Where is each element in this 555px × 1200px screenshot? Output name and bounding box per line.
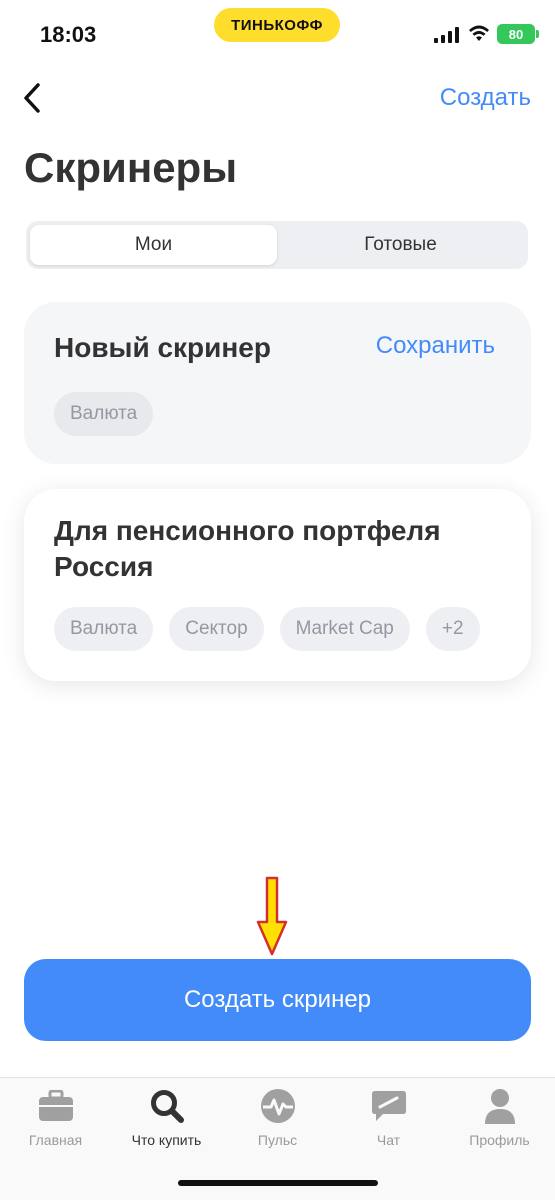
- segmented-control: Мои Готовые: [26, 221, 528, 269]
- filter-chip[interactable]: Сектор: [169, 607, 264, 651]
- tab-ready[interactable]: Готовые: [277, 225, 524, 265]
- save-link[interactable]: Сохранить: [376, 332, 495, 360]
- tab-pulse[interactable]: Пульс: [222, 1086, 333, 1148]
- signal-icon: [434, 27, 459, 43]
- pulse-icon: [258, 1086, 298, 1126]
- screener-title: Для пенсионного портфеля Россия: [54, 515, 441, 582]
- chat-icon: [369, 1086, 409, 1126]
- screener-card-new[interactable]: Новый скринер Сохранить Валюта: [24, 302, 531, 464]
- filter-chip[interactable]: Валюта: [54, 392, 154, 436]
- create-screener-button[interactable]: Создать скринер: [24, 959, 531, 1041]
- tab-label: Профиль: [469, 1132, 530, 1148]
- tab-my[interactable]: Мои: [30, 225, 277, 265]
- chevron-left-icon: [24, 83, 40, 113]
- screener-card-pension[interactable]: Для пенсионного портфеля Россия Валюта С…: [24, 489, 531, 681]
- tab-label: Что купить: [131, 1132, 202, 1148]
- page-title: Скринеры: [24, 144, 238, 191]
- battery-icon: 80: [497, 24, 539, 44]
- tab-label: Чат: [376, 1132, 401, 1148]
- tab-label: Пульс: [257, 1132, 298, 1148]
- briefcase-icon: [36, 1086, 76, 1126]
- filter-chips: Валюта: [54, 392, 154, 436]
- back-button[interactable]: [10, 76, 54, 120]
- tab-label: Главная: [28, 1132, 83, 1148]
- profile-icon: [480, 1086, 520, 1126]
- screener-title: Новый скринер: [54, 332, 271, 363]
- tab-home[interactable]: Главная: [0, 1086, 111, 1148]
- wifi-icon: [469, 25, 489, 41]
- tab-chat[interactable]: Чат: [333, 1086, 444, 1148]
- filter-chip[interactable]: Валюта: [54, 607, 154, 651]
- tab-profile[interactable]: Профиль: [444, 1086, 555, 1148]
- status-time: 18:03: [40, 22, 97, 47]
- tab-what-to-buy[interactable]: Что купить: [111, 1086, 222, 1148]
- annotation-arrow-down-icon: [256, 876, 288, 956]
- brand-logo-pill: ТИНЬКОФФ: [214, 8, 340, 42]
- filter-chip-more[interactable]: +2: [425, 607, 480, 651]
- status-bar: 18:03 ТИНЬКОФФ 80: [0, 0, 555, 66]
- filter-chip[interactable]: Market Cap: [279, 607, 410, 651]
- home-indicator: [178, 1180, 378, 1186]
- create-link[interactable]: Создать: [440, 84, 531, 112]
- search-icon: [147, 1086, 187, 1126]
- filter-chips: Валюта Сектор Market Cap +2: [54, 607, 480, 651]
